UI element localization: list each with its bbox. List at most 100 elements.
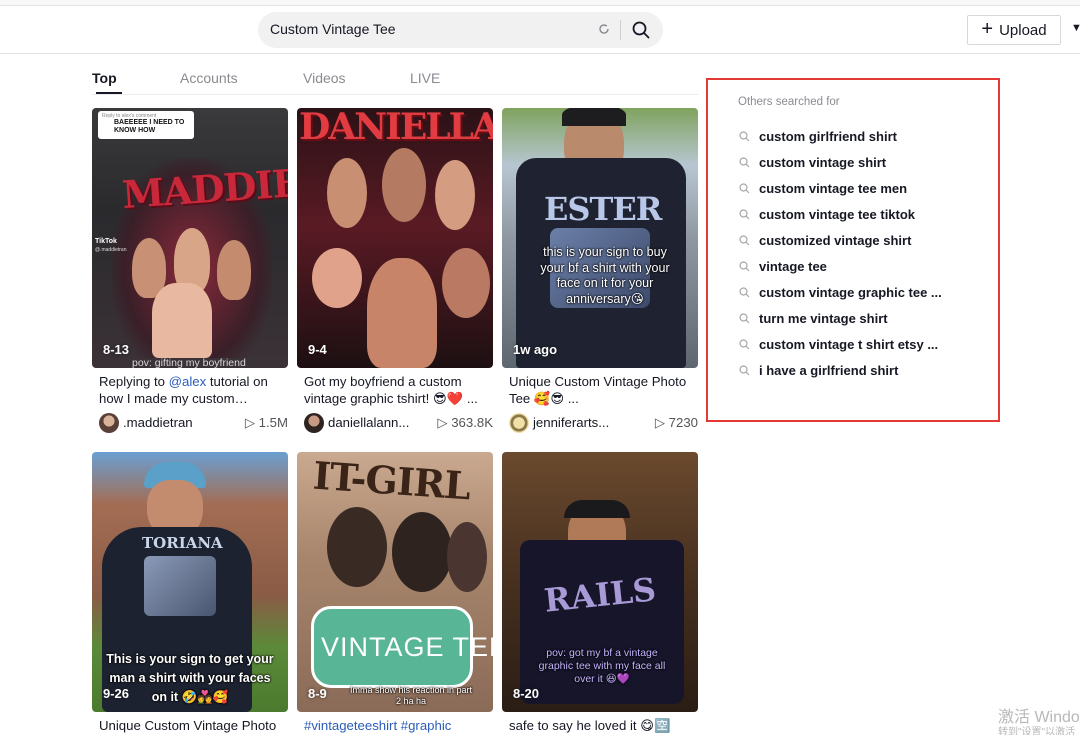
view-count-value: 7230	[668, 415, 698, 430]
video-thumbnail[interactable]: IT-GIRL VINTAGE TEE Imma show his reacti…	[297, 452, 493, 712]
video-description[interactable]: #vintageteeshirt #graphic	[304, 717, 490, 734]
suggestion-label: custom vintage t shirt etsy ...	[759, 336, 939, 352]
play-icon: ▷	[437, 415, 452, 430]
view-count: ▷ 363.8K	[437, 415, 493, 431]
suggestion-label: turn me vintage shirt	[759, 310, 888, 326]
author-name[interactable]: daniellalann...	[328, 415, 409, 430]
suggestion-label: custom vintage shirt	[759, 154, 887, 170]
search-icon	[738, 364, 750, 376]
description-prefix: Replying to	[99, 374, 169, 389]
video-thumbnail[interactable]: RAILS pov: got my bf a vintage graphic t…	[502, 452, 698, 712]
search-tabs: Top Accounts Videos LIVE	[92, 68, 698, 95]
video-caption: pov: gifting my boyfriend	[132, 357, 246, 368]
video-description[interactable]: Got my boyfriend a custom vintage graphi…	[304, 373, 490, 407]
vintage-tee-banner: VINTAGE TEE	[321, 632, 493, 662]
search-icon	[738, 338, 750, 350]
top-header: Custom Vintage Tee + Upload ▼	[0, 6, 1080, 54]
suggestion-item[interactable]: vintage tee	[738, 256, 827, 276]
view-count: ▷ 7230	[655, 415, 698, 431]
video-caption: pov: got my bf a vintage graphic tee wit…	[538, 647, 666, 685]
video-thumbnail[interactable]: TORIANA This is your sign to get your ma…	[92, 452, 288, 712]
author-name[interactable]: .maddietran	[123, 415, 193, 430]
suggestion-item[interactable]: custom girlfriend shirt	[738, 126, 897, 146]
suggestion-item[interactable]: custom vintage tee men	[738, 178, 907, 198]
title-art: ESTER	[544, 190, 662, 228]
search-divider	[620, 20, 621, 40]
suggestion-item[interactable]: custom vintage t shirt etsy ...	[738, 334, 938, 354]
mention-link[interactable]: @alex	[169, 374, 207, 389]
title-art: TORIANA	[142, 534, 223, 552]
app-watermark: TikTok	[95, 238, 117, 245]
suggestion-item[interactable]: i have a girlfriend shirt	[738, 360, 898, 380]
video-description[interactable]: safe to say he loved it 😋🈳	[509, 717, 695, 734]
search-icon	[738, 234, 750, 246]
search-bar[interactable]: Custom Vintage Tee	[258, 12, 663, 48]
suggestion-label: custom vintage tee tiktok	[759, 206, 916, 222]
avatar[interactable]	[99, 413, 119, 433]
video-description[interactable]: Unique Custom Vintage Photo Tee 🥰😎 ...	[509, 373, 695, 407]
creator-handle-watermark: @.maddietran	[95, 247, 127, 253]
activation-watermark-sub: 转到"设置"以激活	[998, 727, 1076, 735]
avatar[interactable]	[509, 413, 529, 433]
video-meta: daniellalann... ▷ 363.8K	[304, 413, 493, 433]
video-caption: Imma show his reaction in part 2 ha ha	[349, 685, 473, 706]
view-count-value: 1.5M	[258, 415, 288, 430]
search-icon	[738, 182, 750, 194]
video-meta: jenniferarts... ▷ 7230	[509, 413, 698, 433]
video-description[interactable]: Replying to @alex tutorial on how I made…	[99, 373, 285, 407]
search-icon[interactable]	[626, 16, 656, 44]
search-icon	[738, 286, 750, 298]
video-description[interactable]: Unique Custom Vintage Photo	[99, 717, 285, 734]
suggestion-item[interactable]: customized vintage shirt	[738, 230, 911, 250]
title-art: DANIELLA	[299, 108, 493, 148]
video-thumbnail[interactable]: ESTER this is your sign to buy your bf a…	[502, 108, 698, 368]
suggestion-label: custom vintage tee men	[759, 180, 908, 196]
suggestion-label: custom girlfriend shirt	[759, 128, 897, 144]
author-name[interactable]: jenniferarts...	[533, 415, 609, 430]
chevron-down-icon[interactable]: ▼	[1071, 22, 1080, 34]
video-thumbnail[interactable]: MADDIE Reply to alex's comment BAEEEEE I…	[92, 108, 288, 368]
view-count-value: 363.8K	[451, 415, 493, 430]
video-date: 8-20	[513, 686, 540, 701]
tab-top[interactable]: Top	[92, 70, 117, 86]
suggestion-item[interactable]: turn me vintage shirt	[738, 308, 888, 328]
search-input[interactable]: Custom Vintage Tee	[270, 21, 396, 37]
video-date: 1w ago	[513, 342, 558, 357]
search-icon	[738, 260, 750, 272]
avatar[interactable]	[304, 413, 324, 433]
video-date: 9-26	[103, 686, 130, 701]
title-art: IT-GIRL	[311, 452, 472, 509]
suggestions-heading: Others searched for	[738, 96, 840, 108]
suggestion-label: custom vintage graphic tee ...	[759, 284, 942, 300]
video-meta: .maddietran ▷ 1.5M	[99, 413, 288, 433]
others-searched-panel: Others searched for custom girlfriend sh…	[706, 78, 1000, 422]
video-caption: This is your sign to get your man a shir…	[106, 652, 274, 704]
suggestion-item[interactable]: custom vintage graphic tee ...	[738, 282, 942, 302]
upload-button[interactable]: + Upload	[967, 15, 1061, 45]
tab-videos[interactable]: Videos	[303, 70, 346, 86]
video-thumbnail[interactable]: DANIELLA 9-4	[297, 108, 493, 368]
tab-accounts[interactable]: Accounts	[180, 70, 238, 86]
active-tab-indicator	[96, 92, 122, 94]
suggestion-label: vintage tee	[759, 258, 827, 274]
loading-spinner-icon	[597, 22, 611, 36]
play-icon: ▷	[244, 415, 259, 430]
search-icon	[738, 156, 750, 168]
video-date: 8-9	[308, 686, 327, 701]
plus-icon: +	[981, 18, 994, 40]
tab-live[interactable]: LIVE	[410, 70, 440, 86]
search-icon	[738, 312, 750, 324]
play-icon: ▷	[654, 415, 669, 430]
video-caption: this is your sign to buy your bf a shirt…	[540, 245, 670, 306]
suggestion-label: i have a girlfriend shirt	[759, 362, 899, 378]
reply-comment-text: BAEEEEE I NEED TO KNOW HOW	[114, 119, 185, 134]
upload-label: Upload	[999, 21, 1047, 39]
search-icon	[738, 130, 750, 142]
suggestion-label: customized vintage shirt	[759, 232, 912, 248]
video-date: 8-13	[103, 342, 130, 357]
view-count: ▷ 1.5M	[245, 415, 288, 431]
suggestion-item[interactable]: custom vintage shirt	[738, 152, 886, 172]
video-date: 9-4	[308, 342, 327, 357]
suggestion-item[interactable]: custom vintage tee tiktok	[738, 204, 915, 224]
search-icon	[738, 208, 750, 220]
